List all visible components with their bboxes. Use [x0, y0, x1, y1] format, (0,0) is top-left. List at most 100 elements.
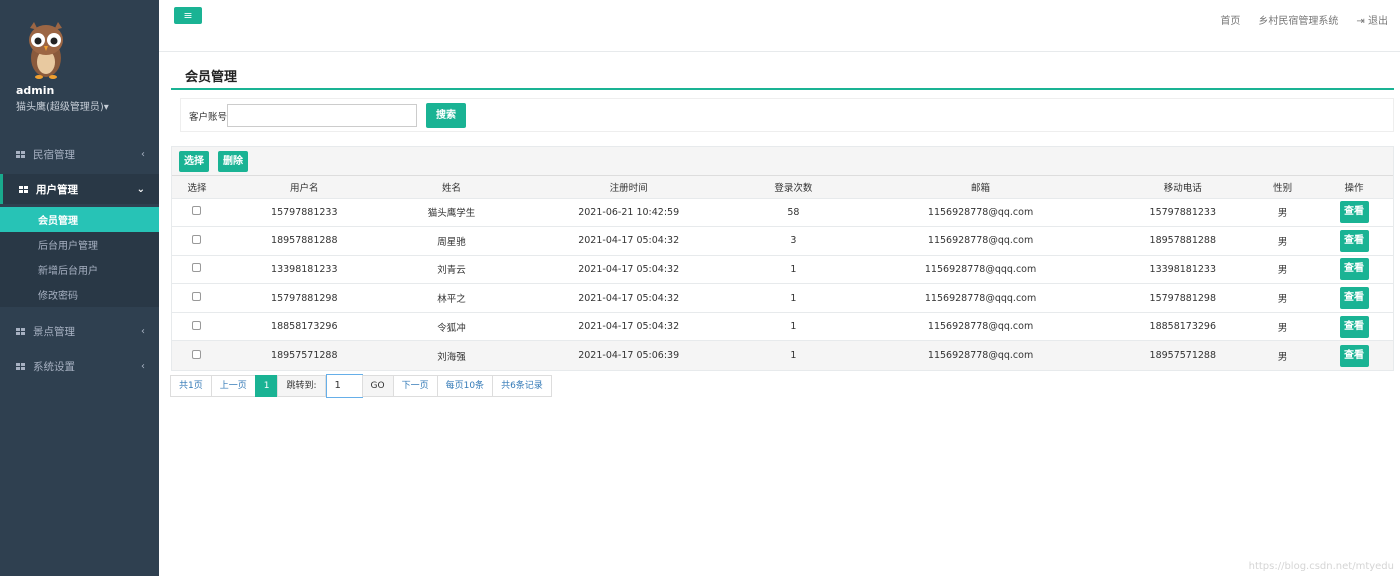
chevron-left-icon: ‹: [141, 148, 145, 160]
grid-icon: [16, 150, 25, 158]
cell-register-time: 2021-06-21 10:42:59: [516, 197, 741, 227]
submenu-add-admin-user[interactable]: 新增后台用户: [0, 257, 159, 282]
view-button[interactable]: 查看: [1339, 258, 1369, 281]
pager-current-page[interactable]: 1: [254, 375, 279, 397]
view-button[interactable]: 查看: [1339, 315, 1369, 338]
row-checkbox[interactable]: [192, 292, 202, 302]
search-panel: 客户账号 搜索: [180, 98, 1394, 132]
row-checkbox[interactable]: [192, 234, 202, 244]
cell-username: 13398181233: [221, 254, 387, 284]
row-checkbox[interactable]: [192, 206, 202, 216]
chevron-left-icon: ‹: [141, 360, 145, 372]
sidebar-item-label: 用户管理: [36, 183, 78, 196]
cell-login-count: 1: [740, 283, 846, 313]
column-header: 移动电话: [1115, 176, 1251, 199]
column-header: 操作: [1315, 176, 1393, 199]
sidebar: admin 猫头鹰(超级管理员)▾ 民宿管理 ‹ 用户管理 ⌄ 会员管理 后台用…: [0, 0, 159, 576]
cell-register-time: 2021-04-17 05:04:32: [516, 283, 741, 313]
pager-jump-label: 跳转到:: [277, 375, 326, 397]
menu-toggle-button[interactable]: ≡: [174, 7, 202, 24]
row-checkbox[interactable]: [192, 263, 202, 273]
page-title: 会员管理: [185, 70, 238, 85]
view-button[interactable]: 查看: [1339, 344, 1369, 367]
submenu-member-management[interactable]: 会员管理: [0, 207, 159, 232]
view-button[interactable]: 查看: [1339, 229, 1369, 252]
pager-total-records: 共6条记录: [492, 375, 552, 397]
cell-gender: 男: [1250, 254, 1316, 284]
logout-label: 退出: [1368, 16, 1388, 27]
top-links: 首页 乡村民宿管理系统 ⇥ 退出: [1220, 12, 1388, 27]
cell-gender: 男: [1250, 340, 1316, 370]
cell-username: 15797881233: [221, 197, 387, 227]
customer-account-input[interactable]: [227, 104, 417, 127]
cell-login-count: 1: [740, 340, 846, 370]
submenu-admin-users[interactable]: 后台用户管理: [0, 232, 159, 257]
select-button[interactable]: 选择: [179, 151, 209, 172]
pager-total-pages: 共1页: [170, 375, 212, 397]
sidebar-item-homestay[interactable]: 民宿管理 ‹: [0, 139, 159, 169]
cell-username: 15797881298: [221, 283, 387, 313]
cell-login-count: 58: [740, 197, 846, 227]
search-button[interactable]: 搜索: [426, 103, 466, 128]
column-header: 邮箱: [845, 176, 1116, 199]
username: admin: [16, 84, 55, 97]
cell-register-time: 2021-04-17 05:04:32: [516, 226, 741, 256]
cell-name: 令狐冲: [386, 311, 517, 341]
member-table: 选择 用户名 姓名 注册时间 登录次数 邮箱 移动电话 性别 操作 157978…: [172, 176, 1393, 370]
sidebar-item-users[interactable]: 用户管理 ⌄: [0, 174, 159, 204]
cell-login-count: 3: [740, 226, 846, 256]
row-checkbox[interactable]: [192, 320, 202, 330]
cell-login-count: 1: [740, 254, 846, 284]
cell-register-time: 2021-04-17 05:04:32: [516, 311, 741, 341]
sidebar-item-label: 系统设置: [33, 360, 75, 373]
table-row: 13398181233 刘青云 2021-04-17 05:04:32 1 11…: [172, 254, 1393, 284]
grid-icon: [16, 362, 25, 370]
watermark: https://blog.csdn.net/mtyedu: [1248, 561, 1394, 572]
cell-email: 1156928778@qq.com: [845, 197, 1116, 227]
cell-name: 周星驰: [386, 226, 517, 256]
cell-email: 1156928778@qqq.com: [845, 254, 1116, 284]
pager-per-page[interactable]: 每页10条: [436, 375, 494, 397]
cell-username: 18957881288: [221, 226, 387, 256]
column-header: 选择: [172, 176, 222, 199]
table-toolbar: 选择 删除: [172, 147, 1393, 176]
grid-icon: [19, 185, 28, 193]
cell-gender: 男: [1250, 226, 1316, 256]
sidebar-submenu: 会员管理 后台用户管理 新增后台用户 修改密码: [0, 207, 159, 307]
cell-login-count: 1: [740, 311, 846, 341]
pager-jump-input[interactable]: 1: [325, 374, 363, 398]
pager-prev-button[interactable]: 上一页: [210, 375, 256, 397]
user-role-dropdown[interactable]: 猫头鹰(超级管理员)▾: [16, 98, 109, 113]
chevron-left-icon: ‹: [141, 325, 145, 337]
pager-next-button[interactable]: 下一页: [392, 375, 438, 397]
sidebar-item-label: 景点管理: [33, 325, 75, 338]
table-row: 15797881298 林平之 2021-04-17 05:04:32 1 11…: [172, 283, 1393, 313]
sidebar-item-attractions[interactable]: 景点管理 ‹: [0, 316, 159, 346]
table-row: 18957571288 刘海强 2021-04-17 05:06:39 1 11…: [172, 340, 1393, 370]
submenu-change-password[interactable]: 修改密码: [0, 282, 159, 307]
sidebar-item-settings[interactable]: 系统设置 ‹: [0, 351, 159, 381]
cell-username: 18858173296: [221, 311, 387, 341]
table-row: 18858173296 令狐冲 2021-04-17 05:04:32 1 11…: [172, 311, 1393, 341]
column-header: 姓名: [386, 176, 517, 199]
column-header: 登录次数: [740, 176, 846, 199]
logout-link[interactable]: ⇥ 退出: [1356, 12, 1388, 27]
pagination: 共1页 上一页 1 跳转到: 1 GO 下一页 每页10条 共6条记录: [170, 374, 552, 398]
sidebar-item-label: 民宿管理: [33, 148, 75, 161]
cell-name: 猫头鹰学生: [386, 197, 517, 227]
row-checkbox[interactable]: [192, 349, 202, 359]
view-button[interactable]: 查看: [1339, 201, 1369, 224]
system-name-link[interactable]: 乡村民宿管理系统: [1258, 12, 1338, 27]
cell-gender: 男: [1250, 197, 1316, 227]
delete-button[interactable]: 删除: [218, 151, 248, 172]
cell-phone: 18858173296: [1115, 311, 1251, 341]
cell-email: 1156928778@qq.com: [845, 226, 1116, 256]
cell-name: 林平之: [386, 283, 517, 313]
pager-go-button[interactable]: GO: [361, 375, 394, 397]
owl-avatar: [29, 22, 63, 79]
view-button[interactable]: 查看: [1339, 287, 1369, 310]
cell-phone: 18957571288: [1115, 340, 1251, 370]
search-label: 客户账号: [189, 112, 228, 123]
cell-email: 1156928778@qq.com: [845, 311, 1116, 341]
home-link[interactable]: 首页: [1220, 12, 1240, 27]
